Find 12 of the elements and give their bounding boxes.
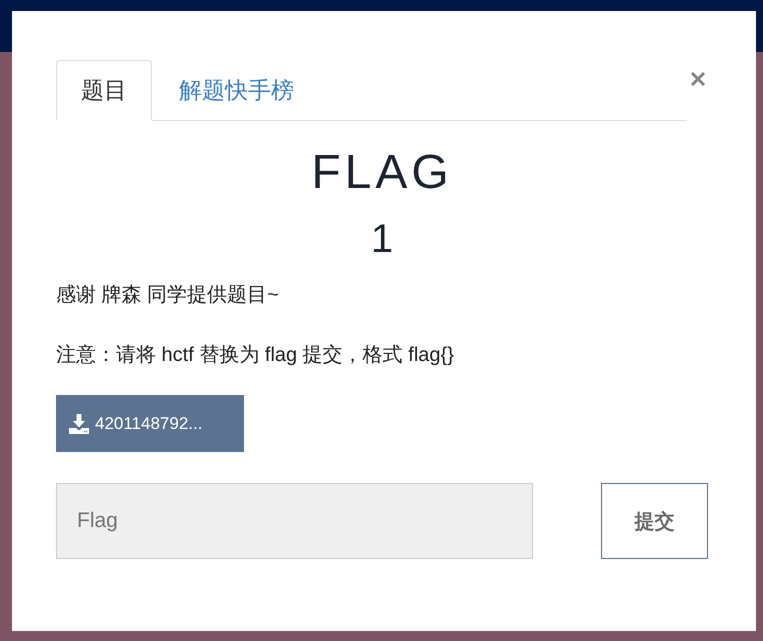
tab[interactable]: 题目	[56, 60, 152, 121]
challenge-points: 1	[370, 216, 394, 263]
close-icon[interactable]	[690, 71, 706, 87]
challenge-title: FLAG	[311, 145, 453, 201]
description-text: 感谢 牌森 同学提供题目~	[56, 283, 279, 308]
download-button[interactable]: 4201148792...	[56, 395, 244, 452]
flag-input-field[interactable]: Flag	[56, 483, 533, 559]
download-icon	[69, 414, 89, 434]
tab[interactable]: 解题快手榜	[154, 60, 319, 121]
submit-button[interactable]: 提交	[601, 483, 708, 559]
description-text: 注意：请将 hctf 替换为 flag 提交，格式 flag{}	[56, 343, 454, 368]
attachment-filename: 4201148792...	[95, 414, 202, 434]
